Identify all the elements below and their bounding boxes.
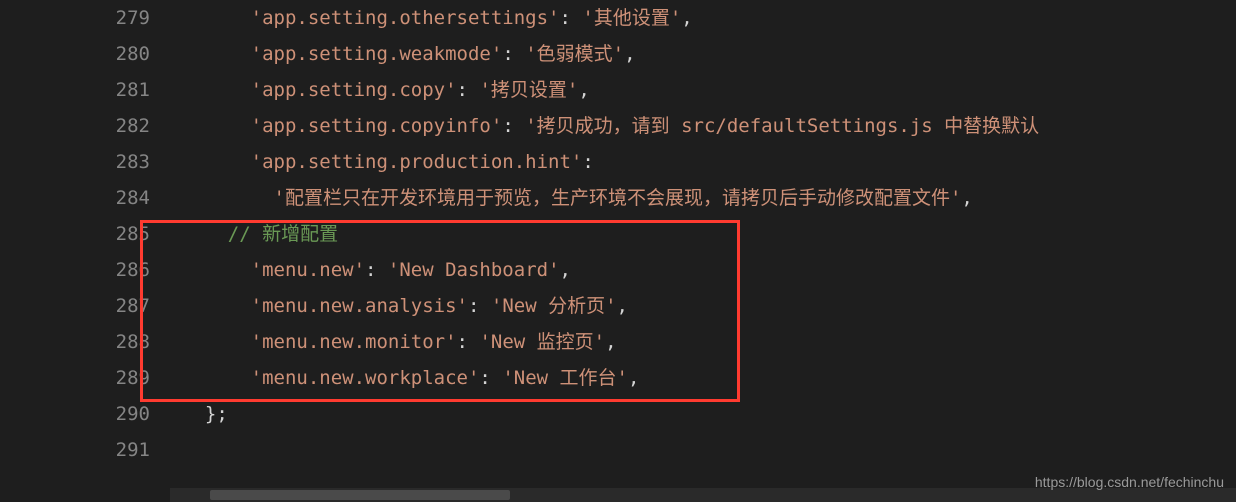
code-token: 'New 监控页' [479,331,605,353]
code-token: // [228,223,262,245]
code-line[interactable]: // 新增配置 [170,216,1236,252]
line-number: 287 [0,288,150,324]
line-number: 288 [0,324,150,360]
code-token: 'menu.new' [251,259,365,281]
code-line[interactable] [170,432,1236,468]
code-token: 'app.setting.copyinfo' [251,115,503,137]
line-number: 285 [0,216,150,252]
code-token: : [468,295,491,317]
code-token: 'menu.new.workplace' [251,367,480,389]
code-token: 'New 工作台' [502,367,628,389]
code-token: , [681,7,692,29]
code-line[interactable]: 'app.setting.copy': '拷贝设置', [170,72,1236,108]
line-number: 279 [0,0,150,36]
code-token: : [457,79,480,101]
code-token: : [502,43,525,65]
code-token: : [479,367,502,389]
code-line[interactable]: 'app.setting.othersettings': '其他设置', [170,0,1236,36]
code-token: '其他设置' [582,7,681,29]
code-line[interactable]: 'menu.new.workplace': 'New 工作台', [170,360,1236,396]
code-token: : [582,151,593,173]
code-token: : [365,259,388,281]
code-token: , [624,43,635,65]
code-token: 'New Dashboard' [388,259,560,281]
line-number-gutter: 279280281282283284285286287288289290291 [0,0,170,502]
code-token: 'app.setting.copy' [251,79,457,101]
code-token: }; [205,403,228,425]
code-token: '色弱模式' [525,43,624,65]
code-line[interactable]: 'menu.new.monitor': 'New 监控页', [170,324,1236,360]
code-token: , [961,187,972,209]
code-line[interactable]: }; [170,396,1236,432]
code-token: 'menu.new.analysis' [251,295,468,317]
line-number: 280 [0,36,150,72]
watermark-text: https://blog.csdn.net/fechinchu [1035,469,1224,496]
code-line[interactable]: 'app.setting.copyinfo': '拷贝成功，请到 src/def… [170,108,1236,144]
code-token: , [560,259,571,281]
line-number: 290 [0,396,150,432]
code-token: , [605,331,616,353]
code-token: , [628,367,639,389]
line-number: 281 [0,72,150,108]
line-number: 282 [0,108,150,144]
code-token: 'app.setting.production.hint' [251,151,583,173]
code-token: : [502,115,525,137]
code-token: , [617,295,628,317]
code-token: 'app.setting.othersettings' [251,7,560,29]
line-number: 291 [0,432,150,468]
code-token: , [578,79,589,101]
horizontal-scrollbar-thumb[interactable] [210,490,510,500]
code-editor[interactable]: 279280281282283284285286287288289290291 … [0,0,1236,502]
code-token: 新增配置 [262,223,338,245]
code-line[interactable]: 'app.setting.production.hint': [170,144,1236,180]
code-token: 'menu.new.monitor' [251,331,457,353]
code-content[interactable]: 'app.setting.othersettings': '其他设置', 'ap… [170,0,1236,502]
code-line[interactable]: 'menu.new': 'New Dashboard', [170,252,1236,288]
code-token: '拷贝成功，请到 src/defaultSettings.js 中替换默认 [525,115,1039,137]
code-token: 'New 分析页' [491,295,617,317]
line-number: 283 [0,144,150,180]
code-line[interactable]: 'app.setting.weakmode': '色弱模式', [170,36,1236,72]
code-token: '拷贝设置' [479,79,578,101]
code-token: 'app.setting.weakmode' [251,43,503,65]
code-token: : [457,331,480,353]
code-line[interactable]: 'menu.new.analysis': 'New 分析页', [170,288,1236,324]
code-line[interactable]: '配置栏只在开发环境用于预览，生产环境不会展现，请拷贝后手动修改配置文件', [170,180,1236,216]
code-token: : [560,7,583,29]
line-number: 284 [0,180,150,216]
code-token: '配置栏只在开发环境用于预览，生产环境不会展现，请拷贝后手动修改配置文件' [274,187,962,209]
line-number: 286 [0,252,150,288]
line-number: 289 [0,360,150,396]
